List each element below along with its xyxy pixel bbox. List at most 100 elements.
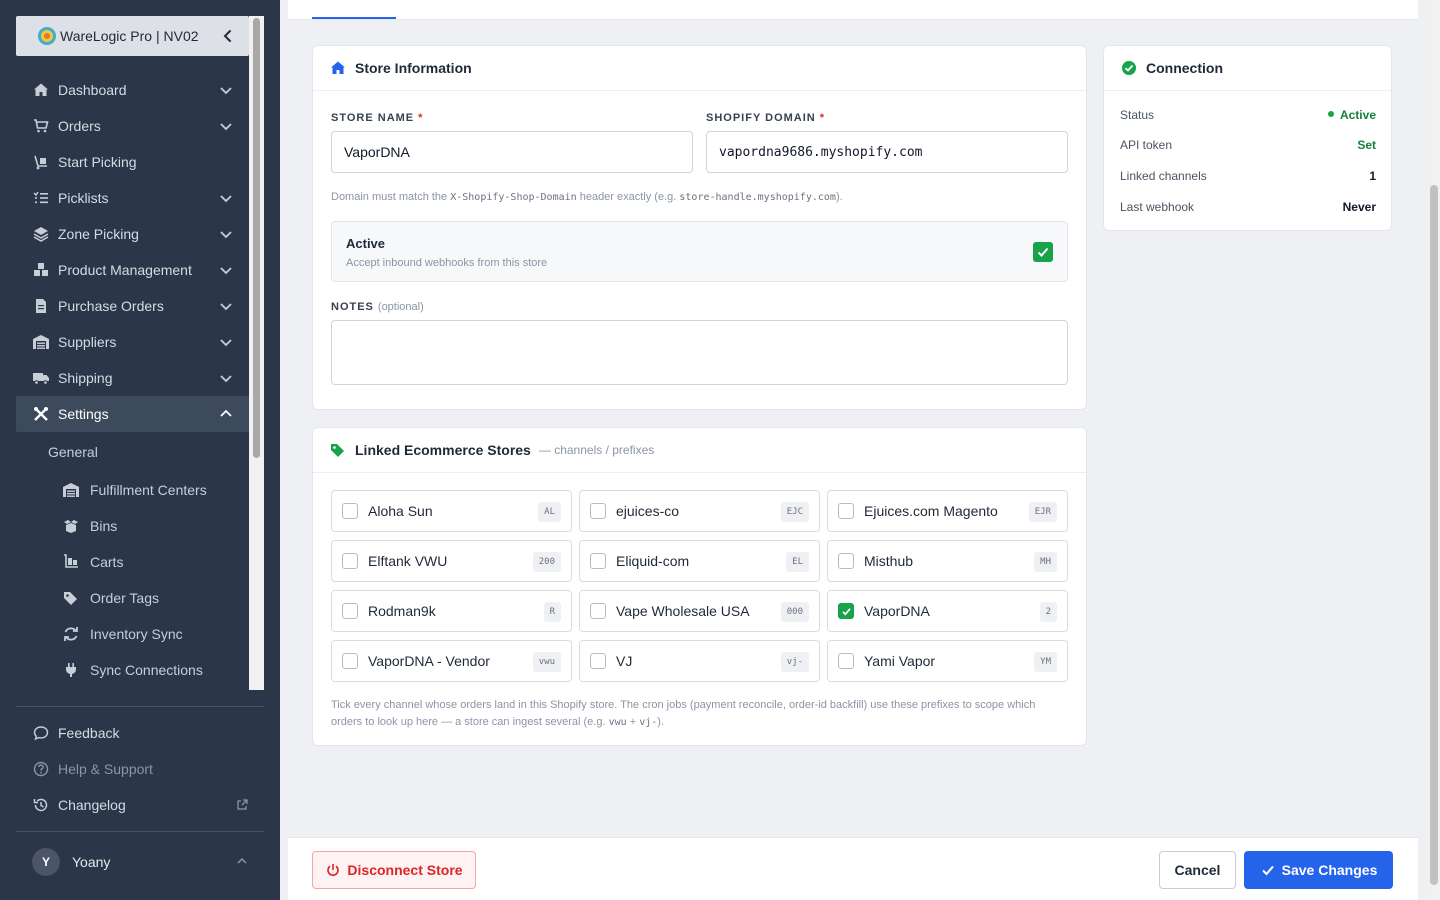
brand-switcher[interactable]: WareLogic Pro | NV02	[16, 16, 249, 56]
user-name: Yoany	[72, 854, 111, 870]
sidebar-item-label: Help & Support	[58, 761, 153, 777]
store-option[interactable]: Ejuices.com Magento EJR	[827, 490, 1068, 532]
notes-textarea[interactable]	[331, 320, 1068, 385]
sidebar-item-orders[interactable]: Orders	[16, 108, 249, 144]
store-prefix-badge: 2	[1039, 602, 1057, 622]
chevron-down-icon[interactable]	[219, 371, 233, 385]
sidebar-item-changelog[interactable]: Changelog	[16, 787, 264, 823]
sidebar-item-settings[interactable]: Settings	[16, 396, 249, 432]
store-checkbox[interactable]	[838, 553, 854, 569]
store-option[interactable]: Elftank VWU 200	[331, 540, 572, 582]
store-option[interactable]: Rodman9k R	[331, 590, 572, 632]
settings-group-general[interactable]: General	[16, 432, 249, 472]
store-prefix-badge: MH	[1034, 552, 1057, 572]
store-option[interactable]: VaporDNA - Vendor vwu	[331, 640, 572, 682]
notes-label: NOTES (optional)	[331, 301, 424, 313]
status-dot-icon	[1327, 110, 1334, 117]
store-checkbox[interactable]	[838, 653, 854, 669]
store-checkbox[interactable]	[342, 503, 358, 519]
sidebar-item-shipping[interactable]: Shipping	[16, 360, 249, 396]
store-option[interactable]: ejuices-co EJC	[579, 490, 820, 532]
active-toggle-row[interactable]: Active Accept inbound webhooks from this…	[331, 221, 1068, 282]
store-checkbox[interactable]	[590, 603, 606, 619]
chevron-down-icon[interactable]	[219, 263, 233, 277]
active-tab-indicator[interactable]	[312, 17, 396, 19]
save-changes-button[interactable]: Save Changes	[1244, 851, 1393, 889]
card-subtitle: — channels / prefixes	[538, 443, 655, 457]
store-name: VaporDNA - Vendor	[368, 653, 490, 669]
store-name-label: STORE NAME *	[331, 112, 423, 124]
footnote-text: ).	[657, 716, 664, 728]
store-option[interactable]: Aloha Sun AL	[331, 490, 572, 532]
chevron-down-icon[interactable]	[219, 191, 233, 205]
chevron-down-icon[interactable]	[219, 227, 233, 241]
store-name-input[interactable]: VaporDNA	[331, 131, 693, 173]
cancel-button[interactable]: Cancel	[1159, 851, 1236, 889]
sidebar-bottom-nav: Feedback Help & Support Changelog	[16, 715, 264, 823]
sidebar-subitem-inventory-sync[interactable]: Inventory Sync	[16, 616, 249, 652]
linked-channels-value: 1	[1369, 169, 1376, 183]
status-value: Active	[1327, 108, 1376, 122]
sidebar-item-start-picking[interactable]: Start Picking	[16, 144, 249, 180]
home-icon	[32, 81, 50, 99]
chevron-up-icon[interactable]	[236, 855, 248, 867]
shopify-domain-input[interactable]: vapordna9686.myshopify.com	[706, 131, 1068, 173]
store-checkbox[interactable]	[590, 553, 606, 569]
store-checkbox[interactable]	[342, 653, 358, 669]
api-token-value: Set	[1357, 138, 1376, 152]
sidebar-item-zone-picking[interactable]: Zone Picking	[16, 216, 249, 252]
sidebar-item-suppliers[interactable]: Suppliers	[16, 324, 249, 360]
sidebar-subitem-label: Carts	[90, 554, 124, 570]
chevron-down-icon[interactable]	[219, 299, 233, 313]
sidebar-item-product-management[interactable]: Product Management	[16, 252, 249, 288]
chevron-down-icon[interactable]	[219, 119, 233, 133]
last-webhook-value: Never	[1342, 200, 1376, 214]
store-option[interactable]: Eliquid-com EL	[579, 540, 820, 582]
sidebar-subitem-fulfillment-centers[interactable]: Fulfillment Centers	[16, 472, 249, 508]
store-checkbox[interactable]	[342, 603, 358, 619]
store-option[interactable]: VJ vj-	[579, 640, 820, 682]
store-checkbox[interactable]	[838, 503, 854, 519]
question-icon	[32, 760, 50, 778]
sidebar-item-purchase-orders[interactable]: Purchase Orders	[16, 288, 249, 324]
sidebar-scrollbar-thumb[interactable]	[253, 18, 260, 458]
sidebar-item-help-support[interactable]: Help & Support	[16, 751, 264, 787]
user-menu[interactable]: Y Yoany	[16, 844, 264, 880]
check-icon	[841, 607, 851, 616]
chevron-down-icon[interactable]	[219, 335, 233, 349]
store-checkbox[interactable]	[342, 553, 358, 569]
chevron-up-icon[interactable]	[219, 407, 233, 421]
card-title: Store Information	[355, 60, 472, 76]
list-icon	[32, 189, 50, 207]
sidebar-item-feedback[interactable]: Feedback	[16, 715, 264, 751]
main-scrollbar-thumb[interactable]	[1430, 185, 1438, 885]
store-checkbox[interactable]	[590, 503, 606, 519]
store-checkbox[interactable]	[590, 653, 606, 669]
check-icon	[1037, 247, 1049, 257]
store-option[interactable]: Yami Vapor YM	[827, 640, 1068, 682]
external-link-icon	[237, 799, 248, 810]
layers-icon	[32, 225, 50, 243]
sidebar-item-picklists[interactable]: Picklists	[16, 180, 249, 216]
shopify-domain-label: SHOPIFY DOMAIN *	[706, 112, 825, 124]
sidebar-subitem-sync-connections[interactable]: Sync Connections	[16, 652, 249, 688]
store-prefix-badge: R	[543, 602, 561, 622]
store-checkbox-checked[interactable]	[838, 603, 854, 619]
store-name: Aloha Sun	[368, 503, 433, 519]
plug-icon	[62, 661, 80, 679]
disconnect-store-button[interactable]: Disconnect Store	[312, 851, 476, 889]
sidebar-subitem-bins[interactable]: Bins	[16, 508, 249, 544]
store-option[interactable]: Vape Wholesale USA 000	[579, 590, 820, 632]
sidebar-subitem-order-tags[interactable]: Order Tags	[16, 580, 249, 616]
store-information-card: Store Information STORE NAME * VaporDNA S…	[312, 45, 1087, 410]
store-option[interactable]: VaporDNA 2	[827, 590, 1068, 632]
sidebar-subitem-carts[interactable]: Carts	[16, 544, 249, 580]
store-option[interactable]: Misthub MH	[827, 540, 1068, 582]
chevron-down-icon[interactable]	[219, 83, 233, 97]
box-open-icon	[62, 517, 80, 535]
last-webhook-key: Last webhook	[1120, 200, 1195, 214]
collapse-sidebar-icon[interactable]	[221, 27, 235, 45]
domain-hint: Domain must match the X-Shopify-Shop-Dom…	[331, 191, 843, 203]
sidebar-item-dashboard[interactable]: Dashboard	[16, 72, 249, 108]
active-checkbox[interactable]	[1033, 242, 1053, 262]
